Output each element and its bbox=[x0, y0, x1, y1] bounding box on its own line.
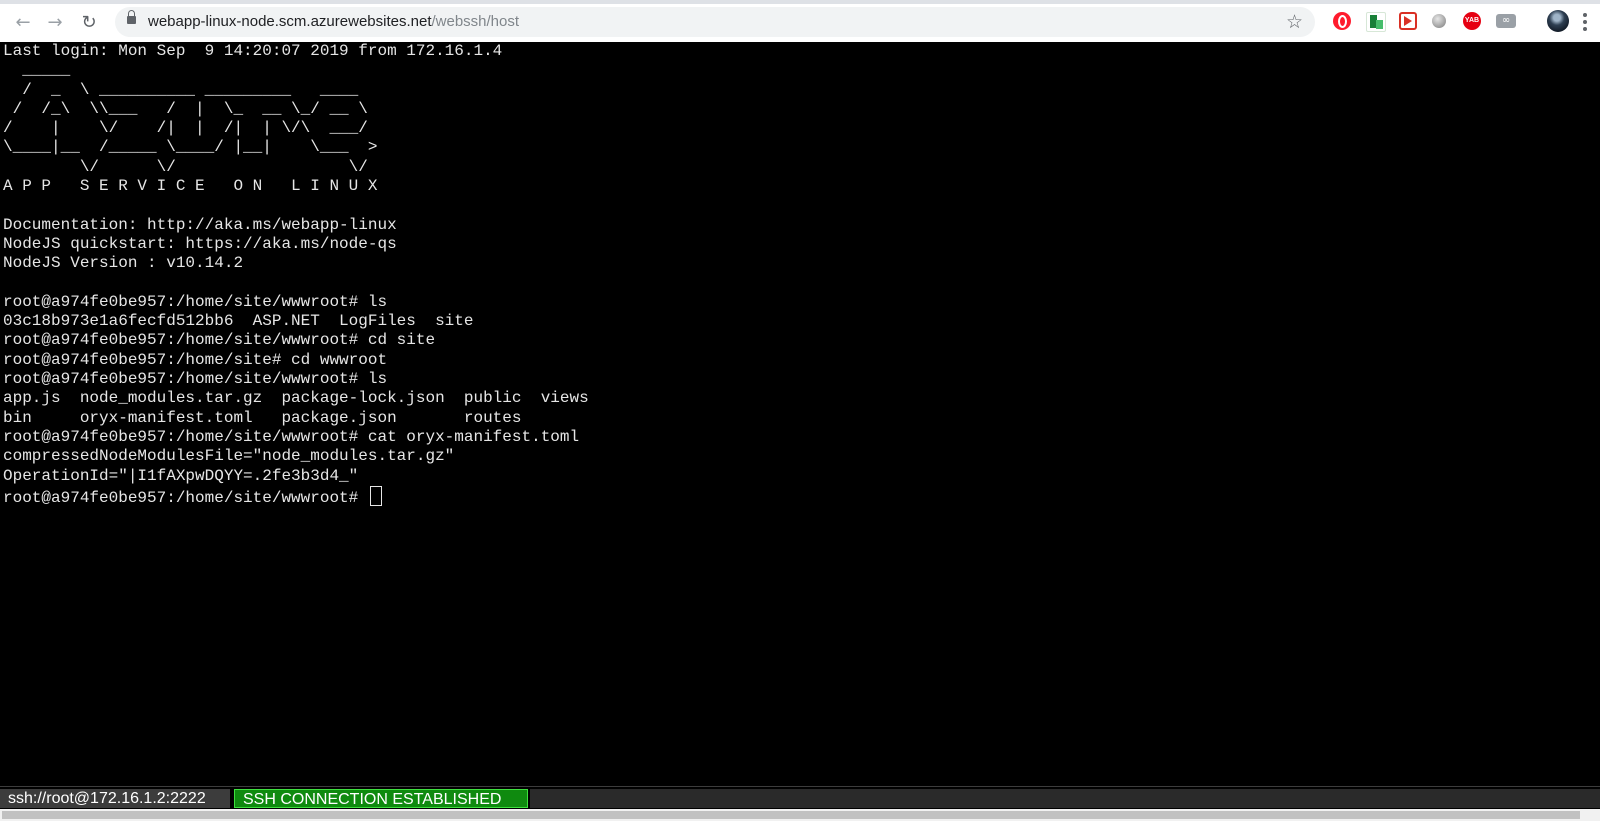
terminal-line: \/ \/ \/ bbox=[3, 157, 368, 176]
ssh-host-label: ssh://root@172.16.1.2:2222 bbox=[0, 789, 232, 808]
infinity-extension-icon[interactable]: ∞ bbox=[1496, 14, 1516, 28]
terminal-line: NodeJS quickstart: https://aka.ms/node-q… bbox=[3, 234, 397, 253]
terminal-line: compressedNodeModulesFile="node_modules.… bbox=[3, 447, 455, 466]
terminal-line: Last login: Mon Sep 9 14:20:07 2019 from… bbox=[3, 42, 503, 60]
status-bar-filler bbox=[530, 789, 1600, 808]
reload-button[interactable]: ↻ bbox=[78, 11, 100, 33]
terminal-line: _____ bbox=[3, 61, 71, 80]
terminal-line: / /_\ \\___ / | \_ __ \_/ __ \ bbox=[3, 99, 368, 118]
terminal-line: Documentation: http://aka.ms/webapp-linu… bbox=[3, 215, 397, 234]
terminal-line: / | \/ /| | /| | \/\ ___/ bbox=[3, 119, 368, 138]
terminal-prompt-line[interactable]: root@a974fe0be957:/home/site/wwwroot# bbox=[3, 485, 1600, 507]
browser-menu-icon[interactable] bbox=[1583, 13, 1587, 31]
circle-extension-icon[interactable] bbox=[1432, 14, 1446, 28]
terminal-prompt: root@a974fe0be957:/home/site/wwwroot# bbox=[3, 488, 368, 507]
video-extension-icon[interactable] bbox=[1399, 12, 1417, 30]
url-path: /webssh/host bbox=[431, 13, 520, 30]
connection-status-badge: SSH CONNECTION ESTABLISHED bbox=[234, 789, 528, 808]
ssh-status-bar: ssh://root@172.16.1.2:2222 SSH CONNECTIO… bbox=[0, 786, 1600, 809]
terminal-line: A P P S E R V I C E O N L I N U X bbox=[3, 177, 378, 196]
forward-button[interactable]: → bbox=[44, 11, 66, 33]
profile-avatar[interactable] bbox=[1547, 10, 1569, 32]
reload-icon: ↻ bbox=[81, 11, 97, 33]
sheets-extension-icon[interactable] bbox=[1366, 12, 1386, 32]
url-host: webapp-linux-node.scm.azurewebsites.net bbox=[148, 13, 432, 30]
terminal-output: Last login: Mon Sep 9 14:20:07 2019 from… bbox=[0, 42, 1600, 507]
tab-strip-edge bbox=[0, 0, 1600, 4]
terminal-line: OperationId="|I1fAXpwDQYY=.2fe3b3d4_" bbox=[3, 466, 359, 485]
opera-extension-icon[interactable] bbox=[1333, 12, 1351, 30]
terminal-line: 03c18b973e1a6fecfd512bb6 ASP.NET LogFile… bbox=[3, 312, 474, 331]
terminal-line: NodeJS Version : v10.14.2 bbox=[3, 254, 244, 273]
terminal-window[interactable]: Last login: Mon Sep 9 14:20:07 2019 from… bbox=[0, 42, 1600, 786]
lock-icon[interactable] bbox=[127, 10, 136, 24]
terminal-cursor[interactable] bbox=[369, 485, 382, 506]
back-button[interactable]: ← bbox=[12, 11, 34, 33]
horizontal-scrollbar[interactable] bbox=[0, 809, 1600, 821]
url-text[interactable]: webapp-linux-node.scm.azurewebsites.net/… bbox=[148, 7, 519, 37]
terminal-line: root@a974fe0be957:/home/site/wwwroot# ca… bbox=[3, 427, 580, 446]
terminal-line: root@a974fe0be957:/home/site/wwwroot# ls bbox=[3, 292, 388, 311]
browser-toolbar: ← → ↻ webapp-linux-node.scm.azurewebsite… bbox=[0, 0, 1600, 42]
scrollbar-thumb[interactable] bbox=[2, 811, 1580, 819]
bookmark-star-icon[interactable]: ☆ bbox=[1286, 11, 1303, 33]
terminal-line: root@a974fe0be957:/home/site/wwwroot# ls bbox=[3, 370, 388, 389]
forward-arrow-icon: → bbox=[47, 11, 63, 33]
address-bar[interactable]: webapp-linux-node.scm.azurewebsites.net/… bbox=[115, 7, 1315, 37]
terminal-line: / _ \ __________ _________ ____ bbox=[3, 80, 359, 99]
terminal-line: app.js node_modules.tar.gz package-lock.… bbox=[3, 389, 589, 408]
terminal-line: root@a974fe0be957:/home/site/wwwroot# cd… bbox=[3, 331, 436, 350]
terminal-line: root@a974fe0be957:/home/site# cd wwwroot bbox=[3, 350, 388, 369]
terminal-line: bin oryx-manifest.toml package.json rout… bbox=[3, 408, 522, 427]
yab-extension-icon[interactable]: YAB bbox=[1463, 12, 1481, 30]
terminal-line: \____|__ /_____ \____/ |__| \___ > bbox=[3, 138, 378, 157]
back-arrow-icon: ← bbox=[15, 11, 31, 33]
